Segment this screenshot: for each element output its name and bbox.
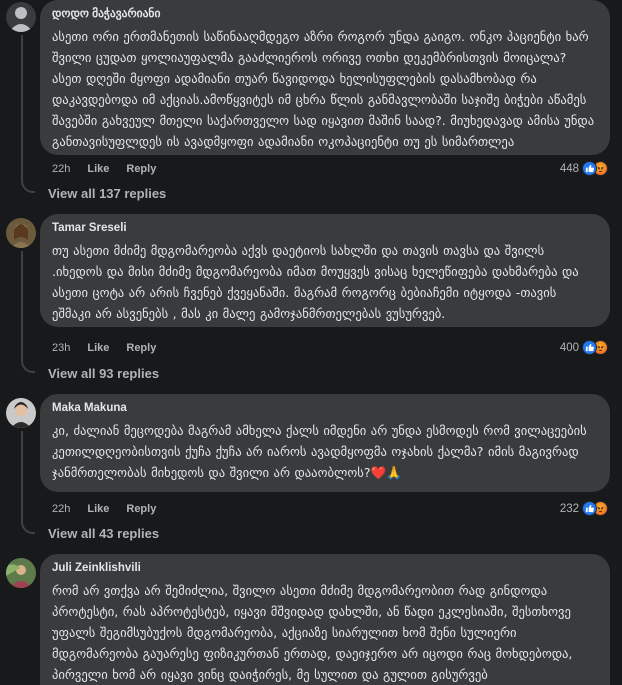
- comment-bubble: დოდო მაჭავარიანი ასეთი ორი ერთმანეთის სა…: [40, 0, 610, 155]
- reaction-count: 232: [559, 502, 579, 515]
- like-reaction-icon: [582, 161, 597, 176]
- comment-text: კი, ძალიან მეცოდება მაგრამ ამხელა ქალს ი…: [52, 420, 598, 483]
- reply-button[interactable]: Reply: [126, 503, 156, 515]
- comment-text: რომ არ ვთქვა არ შემიძლია, შვილო ასეთი მძ…: [52, 583, 573, 682]
- avatar[interactable]: [6, 558, 36, 588]
- reaction-summary[interactable]: 232: [560, 501, 608, 516]
- reply-button[interactable]: Reply: [126, 163, 156, 175]
- comment-text: ასეთი ორი ერთმანეთის საწინააღმდეგო აზრი …: [52, 29, 595, 149]
- comment-time[interactable]: 23h: [52, 342, 70, 354]
- view-replies-link[interactable]: View all 43 replies: [48, 526, 159, 541]
- comment-author[interactable]: Maka Makuna: [52, 401, 598, 416]
- comment-author[interactable]: Juli Zeinklishvili: [52, 561, 598, 576]
- comment-actions: 23h Like Reply: [52, 342, 156, 354]
- avatar[interactable]: [6, 218, 36, 248]
- comment-bubble: Tamar Sreseli თუ ასეთი მძიმე მდგომარეობა…: [40, 214, 610, 327]
- comment-text: თუ ასეთი მძიმე მდგომარეობა აქვს დაეტიოს …: [52, 243, 579, 321]
- thread-line: [21, 431, 35, 534]
- comment-time[interactable]: 22h: [52, 503, 70, 515]
- comment-text-body: კი, ძალიან მეცოდება მაგრამ ამხელა ქალს ი…: [52, 423, 587, 480]
- like-reaction-icon: [582, 501, 597, 516]
- comment-author[interactable]: Tamar Sreseli: [52, 221, 598, 236]
- thread-line: [21, 35, 35, 193]
- reaction-summary[interactable]: 400: [560, 340, 608, 355]
- comment-author[interactable]: დოდო მაჭავარიანი: [52, 7, 598, 22]
- reaction-count: 448: [559, 162, 579, 175]
- like-button[interactable]: Like: [87, 503, 109, 515]
- avatar[interactable]: [6, 398, 36, 428]
- like-button[interactable]: Like: [87, 342, 109, 354]
- thread-line: [21, 251, 35, 373]
- comment-time[interactable]: 22h: [52, 163, 70, 175]
- comment-emoji: ❤️🙏: [370, 465, 402, 480]
- like-button[interactable]: Like: [87, 163, 109, 175]
- avatar[interactable]: [6, 2, 36, 32]
- reaction-count: 400: [559, 341, 579, 354]
- reply-button[interactable]: Reply: [126, 342, 156, 354]
- comment-bubble: Maka Makuna კი, ძალიან მეცოდება მაგრამ ა…: [40, 394, 610, 492]
- comment-actions: 22h Like Reply: [52, 503, 156, 515]
- comment-actions: 22h Like Reply: [52, 163, 156, 175]
- comment-bubble: Juli Zeinklishvili რომ არ ვთქვა არ შემიძ…: [40, 554, 610, 685]
- view-replies-link[interactable]: View all 137 replies: [48, 186, 166, 201]
- like-reaction-icon: [582, 340, 597, 355]
- reaction-summary[interactable]: 448: [560, 161, 608, 176]
- view-replies-link[interactable]: View all 93 replies: [48, 366, 159, 381]
